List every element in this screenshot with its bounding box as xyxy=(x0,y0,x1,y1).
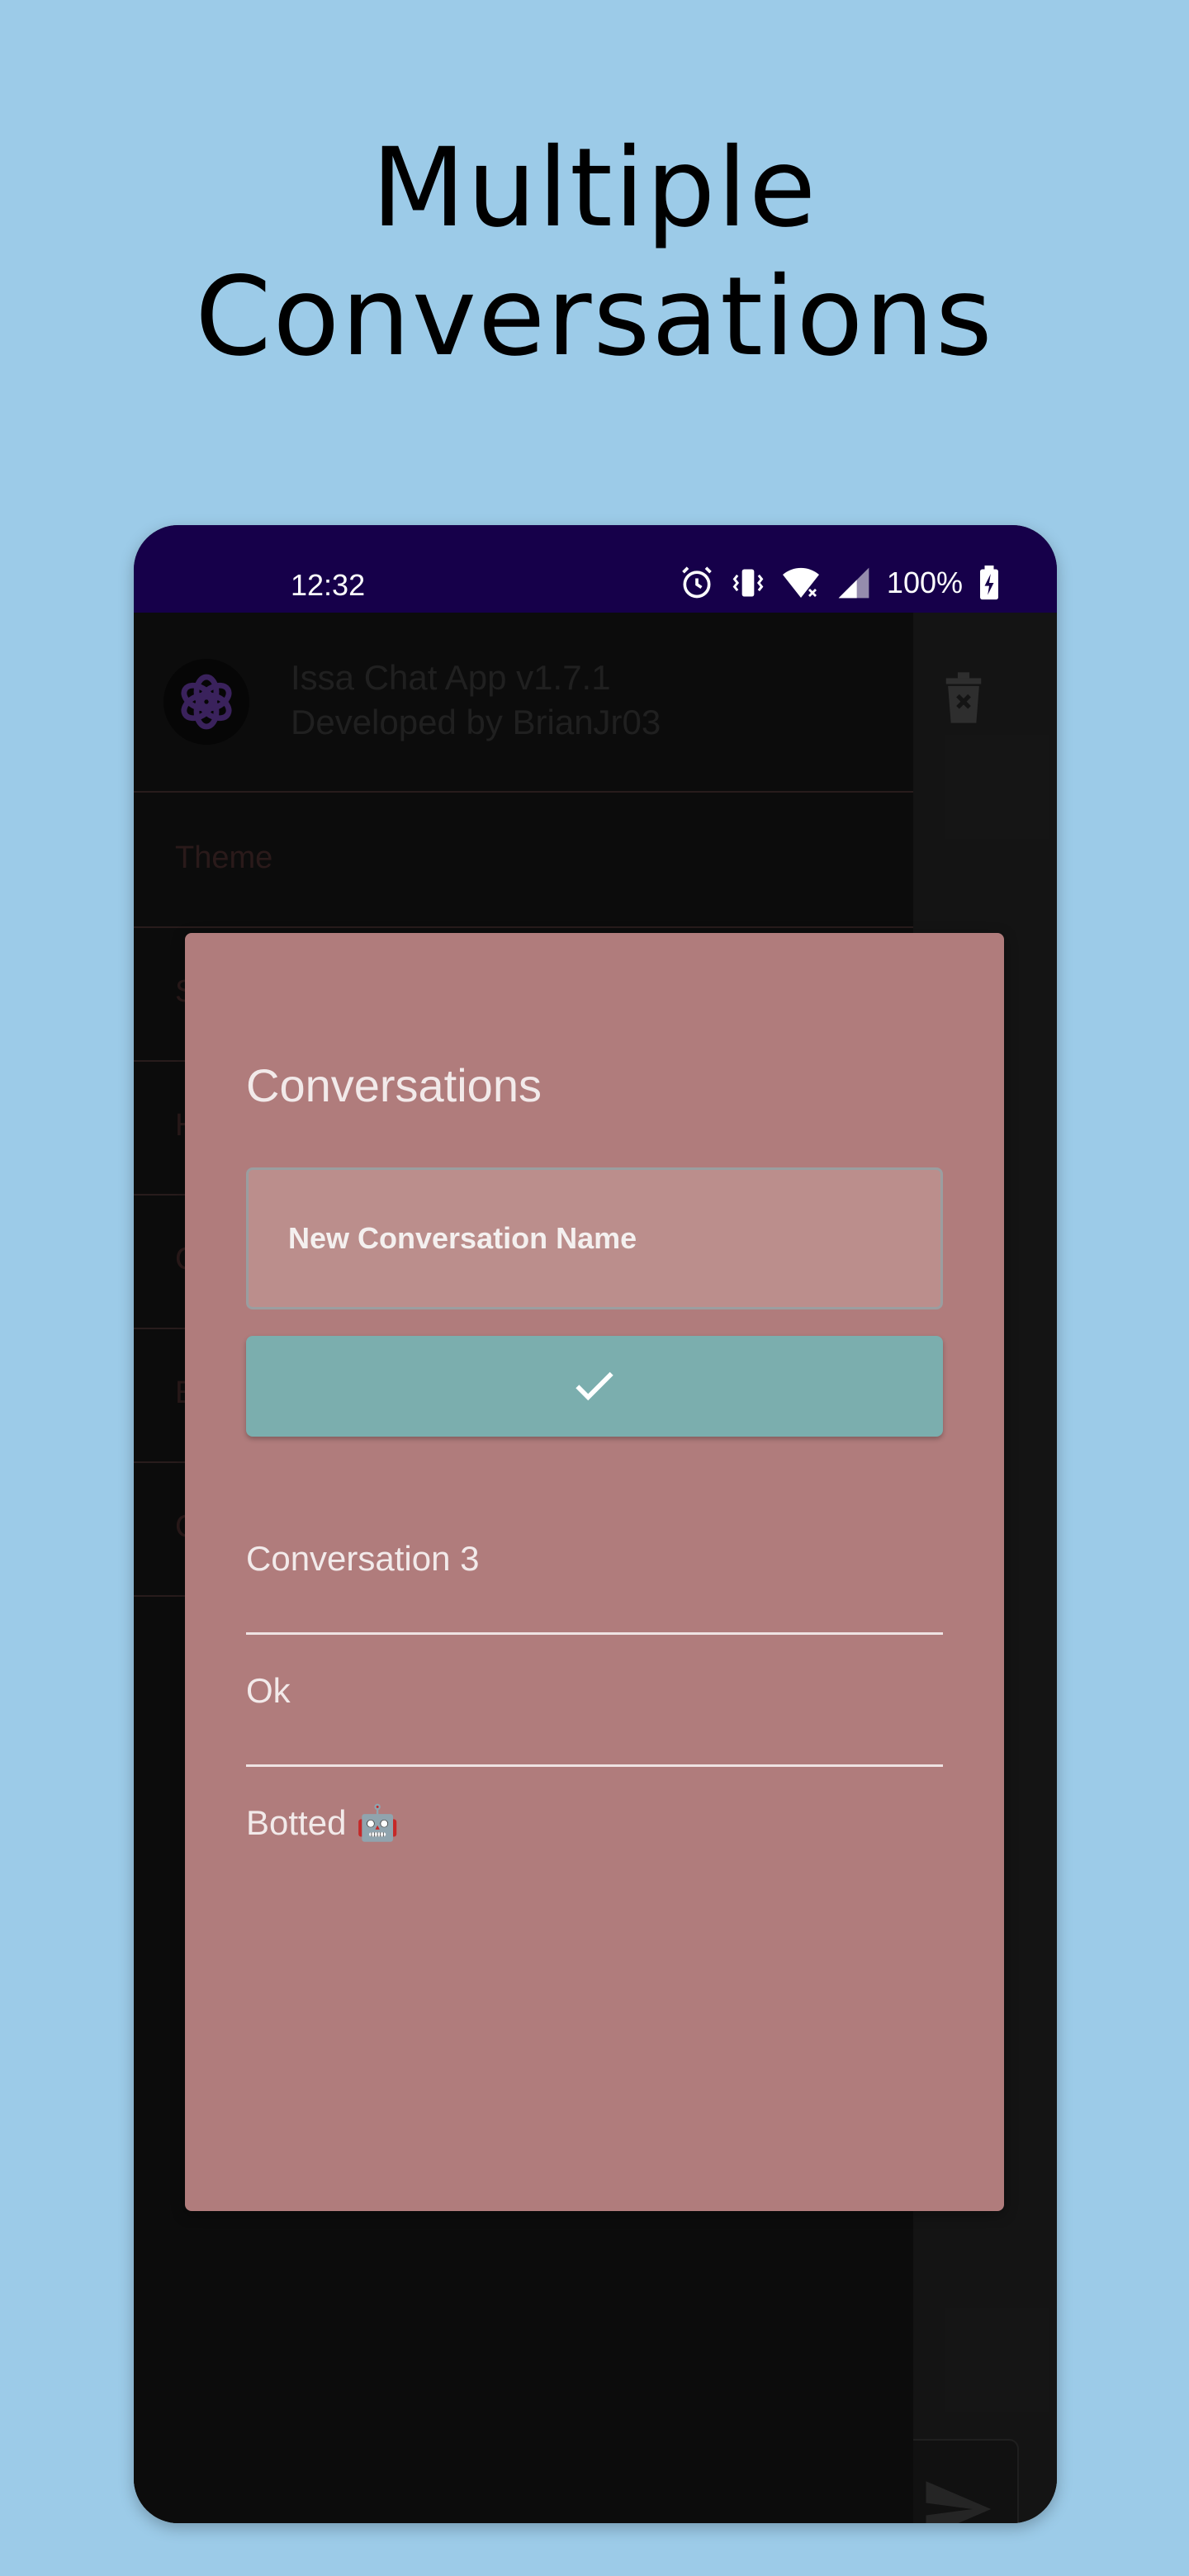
conversation-list: Conversation 3 Ok Botted 🤖 xyxy=(246,1503,943,1899)
signal-icon xyxy=(836,565,872,601)
conversation-item[interactable]: Ok xyxy=(246,1635,943,1767)
wifi-icon xyxy=(781,565,821,601)
vibrate-icon xyxy=(730,565,766,601)
alarm-icon xyxy=(679,565,715,601)
confirm-new-conversation-button[interactable] xyxy=(246,1336,943,1437)
headline-line-1: Multiple xyxy=(371,125,818,252)
battery-percent: 100% xyxy=(886,566,963,599)
conversation-label: Ok xyxy=(246,1671,291,1710)
battery-charging-icon xyxy=(978,565,1001,601)
check-icon xyxy=(569,1360,620,1413)
status-time: 12:32 xyxy=(291,568,366,602)
status-bar: 12:32 100% xyxy=(134,525,1057,613)
conversation-label: Conversation 3 xyxy=(246,1539,480,1578)
conversation-item[interactable]: Conversation 3 xyxy=(246,1503,943,1635)
conversation-label: Botted 🤖 xyxy=(246,1803,400,1842)
conversation-item[interactable]: Botted 🤖 xyxy=(246,1767,943,1899)
headline-line-2: Conversations xyxy=(195,253,994,381)
promo-headline: Multiple Conversations xyxy=(0,124,1189,381)
new-conversation-name-input[interactable] xyxy=(246,1167,943,1309)
status-icons: 100% xyxy=(679,565,1001,601)
dialog-title: Conversations xyxy=(246,1059,542,1111)
conversations-dialog: Conversations Conversation 3 Ok Botted 🤖 xyxy=(185,933,1004,2211)
